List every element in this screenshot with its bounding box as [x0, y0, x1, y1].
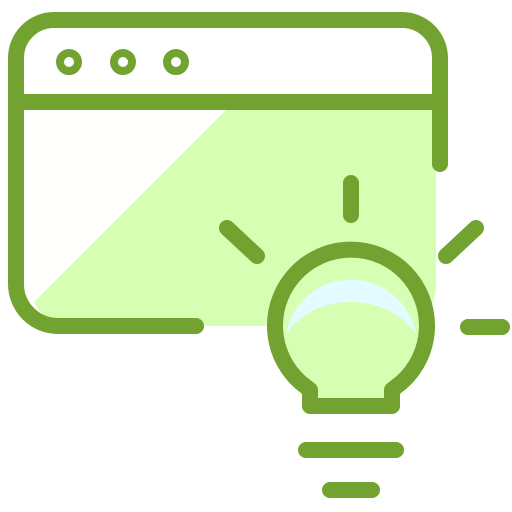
browser-window-idea-icon [0, 0, 512, 512]
ray-right [438, 220, 484, 264]
window-header-fill [20, 22, 436, 102]
light-bulb-icon [267, 241, 435, 498]
window-dot-3 [163, 49, 189, 75]
window-dot-2 [110, 49, 136, 75]
window-dot-1 [56, 49, 82, 75]
icon-canvas [8, 12, 510, 498]
